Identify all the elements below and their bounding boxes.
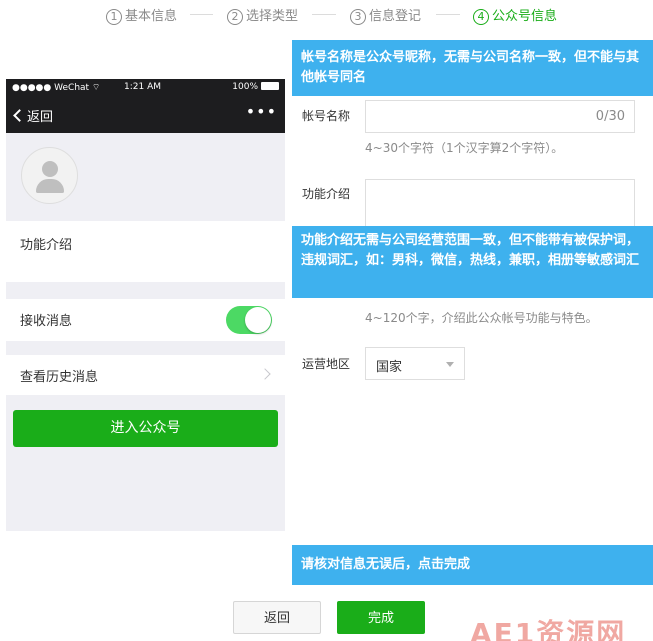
- phone-back-label: 返回: [27, 110, 54, 125]
- region-value: 国家: [376, 360, 403, 375]
- carrier-text: ●●●●● WeChat ⌔: [12, 83, 101, 93]
- region-select[interactable]: 国家: [365, 347, 465, 380]
- step-number: 4: [473, 9, 489, 25]
- step-number: 1: [106, 9, 122, 25]
- account-name-label: 帐号名称: [302, 109, 351, 123]
- step-label: 信息登记: [369, 9, 422, 24]
- step-label: 选择类型: [246, 9, 299, 24]
- name-tip-banner: 帐号名称是公众号昵称，无需与公司名称一致，但不能与其他帐号同名: [292, 40, 653, 96]
- battery-indicator: 100%: [232, 82, 279, 92]
- step-divider: [436, 14, 460, 15]
- step-divider: [190, 14, 213, 15]
- step-label: 公众号信息: [492, 9, 558, 24]
- intro-textarea[interactable]: [365, 179, 635, 226]
- user-silhouette-icon: [42, 161, 58, 177]
- status-bar: ●●●●● WeChat ⌔ 1:21 AM 100%: [6, 79, 285, 97]
- chevron-down-icon: [446, 362, 454, 367]
- step-progress: 1 基本信息 2 选择类型 3 信息登记 4 公众号信息: [0, 0, 653, 28]
- step-label: 基本信息: [125, 9, 178, 24]
- step-4: 4 公众号信息: [473, 5, 557, 25]
- user-silhouette-body: [36, 179, 64, 193]
- toggle-knob: [245, 307, 271, 333]
- battery-icon: [261, 82, 279, 90]
- step-1: 1 基本信息: [106, 5, 177, 25]
- receive-messages-cell: 接收消息: [6, 299, 285, 341]
- profile-header: [6, 133, 285, 221]
- phone-nav-bar: 返回 •••: [6, 97, 285, 133]
- intro-cell-label: 功能介绍: [20, 238, 73, 253]
- history-label: 查看历史消息: [20, 370, 99, 385]
- watermark-logo: AE1资源网: [470, 617, 627, 641]
- enter-account-button[interactable]: 进入公众号: [13, 410, 278, 447]
- intro-cell: 功能介绍: [6, 221, 285, 282]
- phone-back-button[interactable]: 返回: [12, 106, 53, 125]
- step-2: 2 选择类型: [227, 5, 298, 25]
- status-time: 1:21 AM: [124, 82, 161, 92]
- account-name-hint: 4~30个字符（1个汉字算2个字符）。: [365, 141, 564, 155]
- confirm-tip-banner: 请核对信息无误后，点击完成: [292, 545, 653, 585]
- intro-tip-banner: 功能介绍无需与公司经营范围一致，但不能带有被保护词，违规词汇，如：男科，微信，热…: [292, 226, 653, 298]
- done-button[interactable]: 完成: [337, 601, 425, 634]
- step-number: 2: [227, 9, 243, 25]
- back-button[interactable]: 返回: [233, 601, 321, 634]
- account-name-input[interactable]: 0/30: [365, 100, 635, 133]
- intro-label: 功能介绍: [302, 187, 351, 201]
- chevron-left-icon: [13, 109, 26, 122]
- char-counter: 0/30: [595, 109, 625, 124]
- region-label: 运营地区: [302, 357, 351, 371]
- more-icon[interactable]: •••: [246, 102, 277, 121]
- step-3: 3 信息登记: [350, 5, 421, 25]
- avatar: [21, 147, 78, 204]
- intro-hint: 4~120个字，介绍此公众帐号功能与特色。: [365, 311, 598, 325]
- phone-preview: ●●●●● WeChat ⌔ 1:21 AM 100% 返回 ••• 功能介绍 …: [6, 79, 285, 531]
- battery-percent: 100%: [232, 82, 258, 92]
- chevron-right-icon: [259, 368, 271, 380]
- receive-messages-label: 接收消息: [20, 314, 73, 329]
- step-number: 3: [350, 9, 366, 25]
- step-divider: [312, 14, 336, 15]
- receive-messages-toggle[interactable]: [226, 306, 272, 334]
- history-cell[interactable]: 查看历史消息: [6, 355, 285, 395]
